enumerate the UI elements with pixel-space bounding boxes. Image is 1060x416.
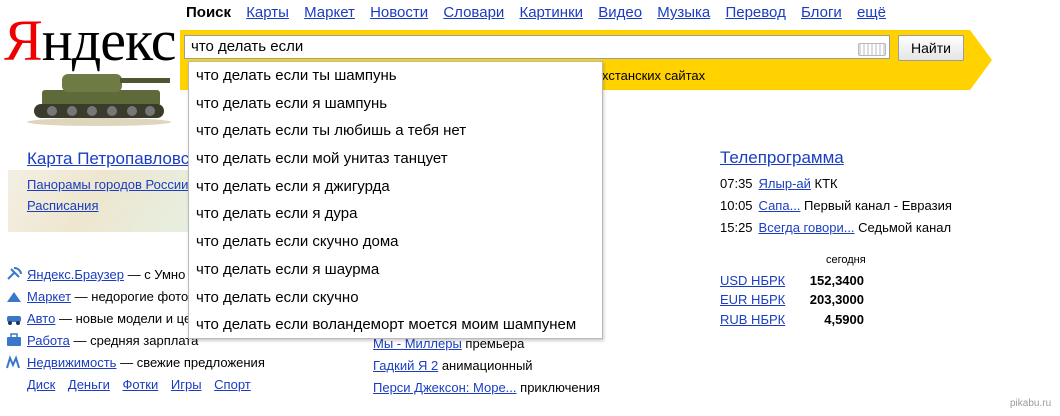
map-title-link[interactable]: Карта Петропавловс	[27, 149, 189, 169]
schedules-link[interactable]: Расписания	[27, 198, 98, 213]
suggest-item[interactable]: что делать если я шампунь	[189, 90, 602, 118]
realty-icon	[6, 355, 20, 369]
tv-time: 15:25	[720, 220, 753, 235]
tv-time: 07:35	[720, 176, 753, 191]
nav-maps[interactable]: Карты	[246, 4, 289, 21]
suggest-item[interactable]: что делать если ты шампунь	[189, 62, 602, 90]
service-row: Яндекс.Браузер — с Умно	[6, 267, 185, 282]
yandex-logo[interactable]: Яндекс	[2, 10, 180, 126]
service-row: Маркет — недорогие фото	[6, 289, 188, 304]
tv-show-link[interactable]: Ялыр-ай	[759, 176, 811, 191]
service-row: Авто — новые модели и це	[6, 311, 191, 326]
tv-time: 10:05	[720, 198, 753, 213]
market-icon	[7, 292, 21, 302]
movie-link[interactable]: Перси Джексон: Море...	[373, 380, 517, 395]
search-region-hint: хстанских сайтах	[602, 68, 706, 83]
currency-name-link[interactable]: EUR НБРК	[720, 292, 785, 307]
currency-name-link[interactable]: RUB НБРК	[720, 312, 785, 327]
footer-link-photos[interactable]: Фотки	[123, 377, 159, 392]
nav-dictionaries[interactable]: Словари	[443, 4, 504, 21]
service-desc: — средняя зарплата	[73, 333, 199, 348]
movie-genre: приключения	[520, 380, 601, 395]
currency-name-link[interactable]: USD НБРК	[720, 273, 785, 288]
suggest-item[interactable]: что делать если воландеморт моется моим …	[189, 311, 602, 339]
footer-link-disk[interactable]: Диск	[27, 377, 55, 392]
auto-icon	[7, 316, 21, 325]
find-button[interactable]: Найти	[898, 35, 964, 61]
suggest-item[interactable]: что делать если скучно	[189, 284, 602, 312]
service-row: Работа — средняя зарплата	[6, 333, 198, 348]
service-row: Недвижимость — свежие предложения	[6, 355, 265, 370]
nav-translate[interactable]: Перевод	[725, 4, 785, 21]
service-link-realty[interactable]: Недвижимость	[27, 355, 116, 370]
tv-channel: Первый канал - Евразия	[804, 198, 952, 213]
footer-link-money[interactable]: Деньги	[68, 377, 110, 392]
service-link-auto[interactable]: Авто	[27, 311, 55, 326]
tv-show-link[interactable]: Всегда говори...	[759, 220, 855, 235]
keyboard-icon[interactable]	[858, 43, 886, 56]
service-link-browser[interactable]: Яндекс.Браузер	[27, 267, 124, 282]
tv-channel: КТК	[814, 176, 838, 191]
footer-links: Диск Деньги Фотки Игры Спорт	[27, 377, 260, 392]
suggest-item[interactable]: что делать если скучно дома	[189, 228, 602, 256]
tv-row: 15:25 Всегда говори... Седьмой канал	[720, 220, 951, 235]
top-nav: Поиск Карты Маркет Новости Словари Карти…	[186, 4, 897, 24]
tv-row: 10:05 Сапа... Первый канал - Евразия	[720, 198, 952, 213]
tv-show-link[interactable]: Сапа...	[759, 198, 801, 213]
movie-link[interactable]: Гадкий Я 2	[373, 358, 438, 373]
currency-date-header: сегодня	[826, 254, 866, 266]
currency-row: USD НБРК 152,3400	[720, 273, 864, 288]
currency-value: 4,5900	[824, 312, 864, 327]
tank-icon	[27, 74, 171, 126]
movie-genre: анимационный	[441, 358, 533, 373]
suggest-item[interactable]: что делать если я дура	[189, 200, 602, 228]
job-icon	[7, 333, 21, 346]
browser-icon	[7, 267, 22, 280]
nav-blogs[interactable]: Блоги	[801, 4, 842, 21]
suggest-item[interactable]: что делать если мой унитаз танцует	[189, 145, 602, 173]
service-desc: — свежие предложения	[120, 355, 265, 370]
nav-music[interactable]: Музыка	[657, 4, 710, 21]
search-band-arrow	[970, 30, 992, 90]
tv-channel: Седьмой канал	[858, 220, 952, 235]
currency-value: 152,3400	[809, 273, 864, 288]
watermark: pikabu.ru	[1010, 398, 1052, 409]
nav-market[interactable]: Маркет	[304, 4, 355, 21]
currency-row: EUR НБРК 203,3000	[720, 292, 864, 307]
tv-title-link[interactable]: Телепрограмма	[720, 148, 844, 168]
search-input[interactable]: что делать если	[184, 35, 890, 59]
service-desc: — недорогие фото	[74, 289, 189, 304]
service-link-job[interactable]: Работа	[27, 333, 70, 348]
panoramas-link[interactable]: Панорамы городов России	[27, 177, 188, 192]
suggest-item[interactable]: что делать если я шаурма	[189, 256, 602, 284]
currency-value: 203,3000	[809, 292, 864, 307]
footer-link-sport[interactable]: Спорт	[214, 377, 251, 392]
suggest-dropdown: что делать если ты шампунь что делать ес…	[188, 61, 603, 339]
service-desc: — с Умно	[127, 267, 186, 282]
nav-video[interactable]: Видео	[598, 4, 642, 21]
nav-more[interactable]: ещё	[857, 4, 886, 21]
nav-images[interactable]: Картинки	[519, 4, 583, 21]
suggest-item[interactable]: что делать если я джигурда	[189, 173, 602, 201]
suggest-item[interactable]: что делать если ты любишь а тебя нет	[189, 117, 602, 145]
nav-news[interactable]: Новости	[370, 4, 428, 21]
nav-search[interactable]: Поиск	[186, 4, 231, 21]
footer-link-games[interactable]: Игры	[171, 377, 202, 392]
movie-row: Гадкий Я 2 анимационный	[373, 358, 533, 373]
tv-row: 07:35 Ялыр-ай КТК	[720, 176, 838, 191]
service-desc: — новые модели и це	[58, 311, 192, 326]
movie-row: Перси Джексон: Море... приключения	[373, 380, 600, 395]
service-link-market[interactable]: Маркет	[27, 289, 71, 304]
currency-row: RUB НБРК 4,5900	[720, 312, 864, 327]
